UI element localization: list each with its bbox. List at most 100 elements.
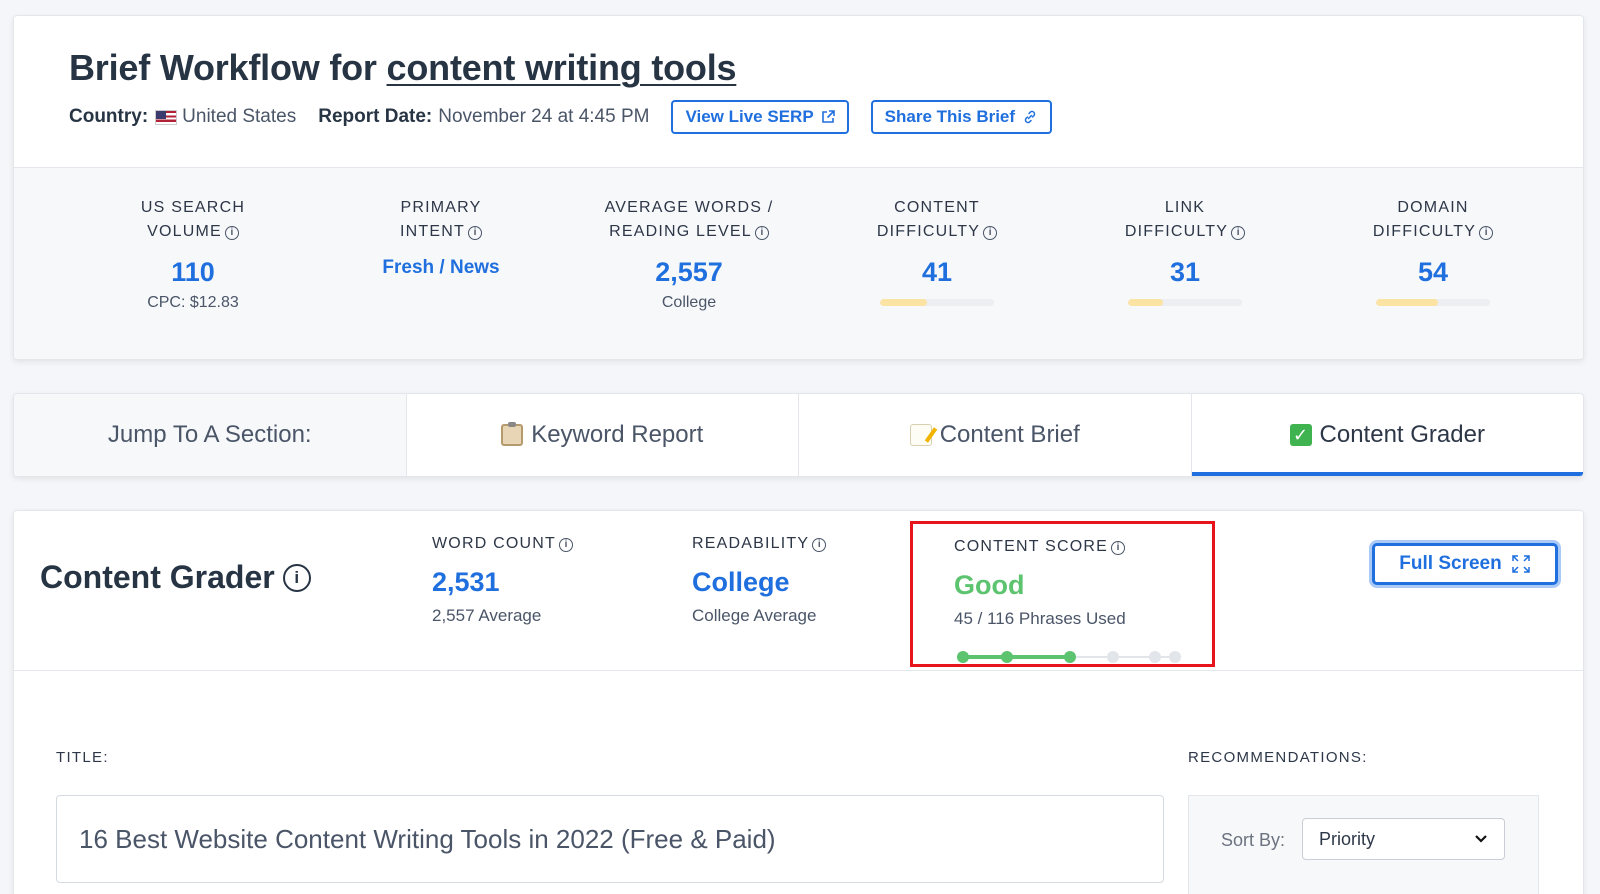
metric-label: DOMAIN DIFFICULTY i (1309, 196, 1557, 244)
header-top: Brief Workflow for content writing tools… (14, 16, 1583, 168)
score-progress-dot (957, 651, 969, 663)
stat-value: 2,531 (432, 567, 500, 597)
metric-value: 31 (1169, 257, 1201, 287)
tab-label: Keyword Report (531, 421, 704, 448)
tab-label: Content Brief (939, 421, 1080, 448)
metric-domain-difficulty: DOMAIN DIFFICULTY i 54 (1309, 196, 1557, 359)
info-icon[interactable]: i (224, 226, 239, 240)
title-field-label: TITLE: (56, 749, 109, 766)
recommendations-label: RECOMMENDATIONS: (1188, 749, 1368, 766)
metric-average-words: AVERAGE WORDS / READING LEVEL i 2,557 Coll… (565, 196, 813, 359)
difficulty-bar-fill (880, 299, 927, 306)
meta-row: Country: United States Report Date: Nove… (69, 100, 1583, 134)
metric-value: Fresh / News (382, 257, 500, 278)
country-value: United States (182, 106, 297, 127)
info-icon[interactable]: i (558, 538, 573, 552)
memo-icon (909, 424, 932, 446)
chevron-down-icon (1475, 835, 1487, 843)
score-progress-track (957, 651, 1181, 663)
tab-label: Content Grader (1319, 421, 1485, 448)
difficulty-bar (1128, 299, 1242, 306)
country-label: Country: (69, 106, 149, 127)
content-score-stat: CONTENT SCORE i Good 45 / 116 Phrases Use… (954, 538, 1126, 629)
share-brief-label: Share This Brief (884, 107, 1016, 126)
content-grader-card: Content Grader i WORD COUNT i 2,531 2,557… (13, 510, 1584, 894)
readability-stat: READABILITY i College College Average (692, 535, 827, 626)
info-icon[interactable]: i (754, 226, 769, 240)
page-title: Brief Workflow for content writing tools (69, 46, 1583, 90)
tab-content-brief[interactable]: Content Brief (799, 394, 1192, 476)
difficulty-bar-fill (1376, 299, 1438, 306)
difficulty-bar (1376, 299, 1490, 306)
metric-search-volume: US SEARCH VOLUME i 110 CPC: $12.83 (69, 196, 317, 359)
difficulty-bar (880, 299, 994, 306)
metric-label: LINK DIFFICULTY i (1061, 196, 1309, 244)
info-icon[interactable]: i (983, 226, 998, 240)
report-date-value: November 24 at 4:45 PM (438, 106, 650, 127)
keyword-header-card: Brief Workflow for content writing tools… (13, 15, 1584, 360)
share-brief-button[interactable]: Share This Brief (870, 100, 1053, 134)
metrics-row: US SEARCH VOLUME i 110 CPC: $12.83 PRIMARY… (14, 168, 1583, 359)
tab-content-grader[interactable]: ✓ Content Grader (1191, 394, 1584, 476)
sort-by-value: Priority (1319, 828, 1376, 849)
metric-value: 2,557 (655, 257, 723, 287)
metric-label: CONTENT DIFFICULTY i (813, 196, 1061, 244)
recommendations-panel: Sort By: Priority (1188, 795, 1539, 894)
full-screen-button[interactable]: Full Screen (1372, 543, 1558, 585)
score-progress-fill (962, 655, 1069, 659)
metric-label: US SEARCH VOLUME i (140, 199, 246, 240)
word-count-stat: WORD COUNT i 2,531 2,557 Average (432, 535, 573, 626)
stat-label: WORD COUNT i (432, 535, 573, 553)
difficulty-bar-fill (1128, 299, 1164, 306)
stat-value: College (692, 567, 790, 597)
sort-by-label: Sort By: (1221, 830, 1286, 850)
us-flag-icon (155, 110, 178, 125)
metric-value: 54 (1417, 257, 1449, 287)
sort-by-select[interactable]: Priority (1302, 818, 1505, 860)
external-link-icon (821, 110, 835, 123)
clipboard-icon (501, 422, 524, 446)
info-icon[interactable]: i (467, 226, 482, 240)
score-progress-dot (1169, 651, 1181, 663)
grader-title: Content Grader i (40, 559, 311, 596)
metric-primary-intent: PRIMARY INTENT i Fresh / News (317, 196, 565, 359)
report-date-label: Report Date: (318, 106, 433, 127)
stat-label: CONTENT SCORE i (954, 538, 1126, 556)
title-input[interactable]: 16 Best Website Content Writing Tools in… (56, 795, 1164, 883)
score-progress-dot (1001, 651, 1013, 663)
full-screen-label: Full Screen (1399, 553, 1502, 574)
content-score-highlight: CONTENT SCORE i Good 45 / 116 Phrases Use… (910, 521, 1215, 667)
stat-sub: 2,557 Average (432, 606, 542, 625)
stat-label: READABILITY i (692, 535, 827, 553)
view-live-serp-label: View Live SERP (685, 107, 814, 126)
info-icon[interactable]: i (1110, 541, 1125, 555)
metric-label: AVERAGE WORDS / READING LEVEL i (604, 199, 774, 240)
jump-to-section-label: Jump To A Section: (14, 394, 407, 476)
keyword-link[interactable]: content writing tools (387, 47, 737, 88)
metric-label: PRIMARY INTENT i (400, 199, 482, 240)
metric-sub: College (661, 294, 717, 311)
metric-value: 41 (921, 257, 953, 287)
view-live-serp-button[interactable]: View Live SERP (671, 100, 849, 134)
score-progress-dot (1064, 651, 1076, 663)
stat-value: Good (954, 570, 1025, 600)
metric-link-difficulty: LINK DIFFICULTY i 31 (1061, 196, 1309, 359)
grader-stats-row: Content Grader i WORD COUNT i 2,531 2,557… (14, 511, 1583, 671)
stat-sub: College Average (692, 606, 817, 625)
info-icon[interactable]: i (282, 563, 311, 592)
section-tabs: Jump To A Section: Keyword Report Conten… (13, 393, 1584, 477)
page-title-prefix: Brief Workflow for (69, 47, 387, 88)
info-icon[interactable]: i (1231, 226, 1246, 240)
metric-value: 110 (171, 257, 215, 287)
score-progress-dot (1107, 651, 1119, 663)
info-icon[interactable]: i (1479, 226, 1494, 240)
score-progress-dot (1149, 651, 1161, 663)
tab-keyword-report[interactable]: Keyword Report (407, 394, 799, 476)
link-icon (1024, 110, 1036, 124)
info-icon[interactable]: i (812, 538, 827, 552)
expand-icon (1511, 555, 1530, 573)
check-mark-icon: ✓ (1289, 424, 1312, 446)
stat-sub: 45 / 116 Phrases Used (954, 609, 1126, 628)
metric-content-difficulty: CONTENT DIFFICULTY i 41 (813, 196, 1061, 359)
metric-sub: CPC: $12.83 (147, 294, 239, 311)
